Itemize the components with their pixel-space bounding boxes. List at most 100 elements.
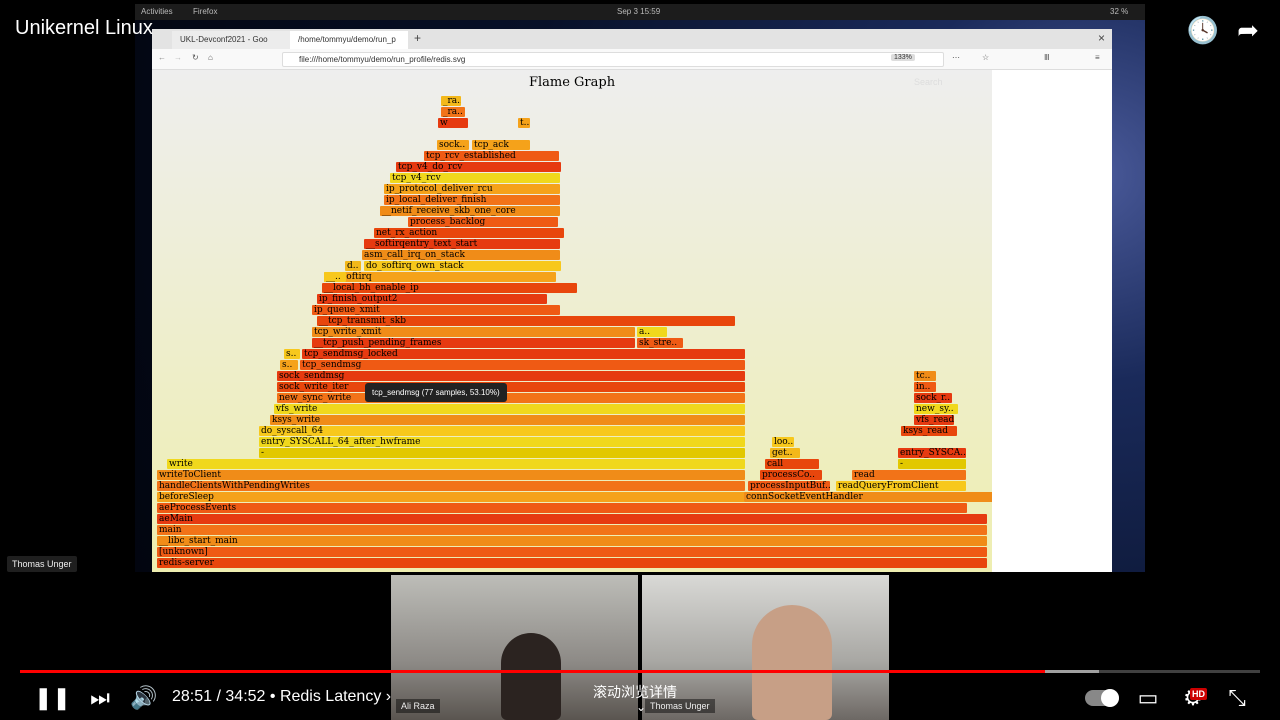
flame-frame[interactable]: tcp_v4_rcv: [390, 173, 560, 183]
flame-frame[interactable]: t..: [518, 118, 530, 128]
back-icon[interactable]: ←: [158, 53, 166, 62]
autoplay-toggle[interactable]: [1085, 689, 1119, 707]
flame-frame[interactable]: asm_call_irq_on_stack: [362, 250, 560, 260]
close-window-button[interactable]: ×: [1098, 31, 1105, 45]
chevron-down-icon[interactable]: ⌄: [636, 700, 646, 714]
flame-frame[interactable]: __..: [324, 272, 346, 282]
flame-frame[interactable]: __libc_start_main: [157, 536, 987, 546]
flame-frame[interactable]: ip_queue_xmit: [312, 305, 560, 315]
flame-frame[interactable]: processInputBuf..: [748, 481, 830, 491]
flame-frame[interactable]: __tcp_transmit_skb: [317, 316, 735, 326]
video-title[interactable]: Unikernel Linux: [15, 17, 153, 40]
volume-icon[interactable]: 🔊: [129, 683, 159, 713]
flame-frame[interactable]: entry_SYSCA..: [898, 448, 966, 458]
flame-frame[interactable]: call: [765, 459, 819, 469]
bookmark-star-icon[interactable]: ☆: [982, 53, 989, 62]
flame-frame[interactable]: aeMain: [157, 514, 987, 524]
flame-frame[interactable]: handleClientsWithPendingWrites: [157, 481, 745, 491]
page-actions-icon[interactable]: ⋯: [952, 53, 960, 62]
exit-fullscreen-icon[interactable]: ⤡: [1222, 683, 1252, 713]
flame-frame[interactable]: s..: [284, 349, 300, 359]
watch-later-icon[interactable]: 🕓: [1185, 12, 1221, 48]
tab-redis-svg[interactable]: /home/tommyu/demo/run_p: [290, 31, 408, 49]
flame-frame[interactable]: vfs_write: [274, 404, 745, 414]
flame-frame[interactable]: ksys_read: [901, 426, 957, 436]
flame-frame[interactable]: redis-server: [157, 558, 987, 568]
flame-frame[interactable]: sock_write_iter: [277, 382, 745, 392]
flame-frame[interactable]: entry_SYSCALL_64_after_hwframe: [259, 437, 745, 447]
flame-frame[interactable]: net_rx_action: [374, 228, 564, 238]
flame-frame[interactable]: tcp_sendmsg_locked: [302, 349, 745, 359]
camera-feed-2: Thomas Unger: [642, 575, 889, 720]
flame-frame[interactable]: new_sy..: [914, 404, 958, 414]
hamburger-menu-icon[interactable]: ≡: [1095, 53, 1100, 62]
flame-frame[interactable]: s..: [280, 360, 298, 370]
caption-text: 滚动浏览详情: [593, 684, 677, 700]
flame-frame[interactable]: vfs_read: [914, 415, 954, 425]
played-bar: [20, 670, 1046, 673]
flame-frame[interactable]: tc..: [914, 371, 936, 381]
flame-frame[interactable]: aeProcessEvents: [157, 503, 967, 513]
flame-frame[interactable]: sk_stre..: [637, 338, 683, 348]
flame-frame[interactable]: [unknown]: [157, 547, 987, 557]
flame-frame[interactable]: a..: [637, 327, 667, 337]
subtitles-icon[interactable]: ▭: [1133, 683, 1163, 713]
screen-share-video: Activities Firefox Sep 3 15:59 32 % UKL-…: [135, 4, 1145, 572]
zoom-badge[interactable]: 133%: [891, 54, 915, 61]
chapter-arrow-icon: ›: [385, 688, 392, 705]
flame-frame[interactable]: -: [898, 459, 966, 469]
total-time: 34:52: [225, 688, 266, 705]
flame-frame[interactable]: write: [167, 459, 745, 469]
library-icon[interactable]: Ⅲ: [1044, 53, 1050, 62]
flame-frame[interactable]: d..: [345, 261, 361, 271]
flame-frame[interactable]: w: [438, 118, 468, 128]
progress-bar[interactable]: [20, 670, 1260, 673]
url-field[interactable]: file:///home/tommyu/demo/run_profile/red…: [282, 52, 944, 67]
flame-frame[interactable]: ip_finish_output2: [317, 294, 547, 304]
flame-frame[interactable]: tcp_rcv_established: [424, 151, 559, 161]
flame-frame[interactable]: __tcp_push_pending_frames: [312, 338, 635, 348]
flame-frame[interactable]: sock_r..: [914, 393, 952, 403]
flame-frame[interactable]: -: [259, 448, 745, 458]
flame-frame[interactable]: tcp_v4_do_rcv: [396, 162, 561, 172]
flame-frame[interactable]: sock..: [437, 140, 469, 150]
flame-frame[interactable]: ip_local_deliver_finish: [384, 195, 560, 205]
video-player[interactable]: Activities Firefox Sep 3 15:59 32 % UKL-…: [0, 0, 1280, 720]
flame-frame[interactable]: process_backlog: [408, 217, 558, 227]
forward-icon[interactable]: →: [174, 53, 182, 62]
flame-frame[interactable]: do_softirq_own_stack: [364, 261, 561, 271]
flame-frame[interactable]: ksys_write: [270, 415, 745, 425]
pause-button[interactable]: ❚❚: [34, 683, 71, 713]
activities-label: Activities: [141, 7, 173, 16]
flame-frame[interactable]: __local_bh_enable_ip: [322, 283, 577, 293]
new-tab-button[interactable]: +: [414, 31, 421, 45]
flame-frame[interactable]: do_syscall_64: [259, 426, 745, 436]
flame-frame[interactable]: tcp_write_xmit: [312, 327, 635, 337]
home-icon[interactable]: ⌂: [208, 53, 213, 62]
reload-icon[interactable]: ↻: [192, 53, 199, 62]
flame-frame[interactable]: do_softirq: [324, 272, 556, 282]
flame-frame[interactable]: in..: [914, 382, 936, 392]
flame-frame[interactable]: beforeSleep: [157, 492, 745, 502]
flame-frame[interactable]: connSocketEventHandler: [744, 492, 992, 502]
flame-frame[interactable]: _ra..: [441, 96, 461, 106]
flame-frame[interactable]: __netif_receive_skb_one_core: [380, 206, 560, 216]
time-display[interactable]: 28:51 / 34:52 • Redis Latency ›: [172, 688, 391, 706]
tab-devconf[interactable]: UKL-Devconf2021 - Goo: [172, 31, 290, 49]
flame-frame[interactable]: get..: [770, 448, 800, 458]
flame-frame[interactable]: sock_sendmsg: [277, 371, 745, 381]
flame-frame[interactable]: read: [852, 470, 966, 480]
flame-frame[interactable]: _ra..: [441, 107, 465, 117]
flame-frame[interactable]: writeToClient: [157, 470, 745, 480]
flame-frame[interactable]: tcp_ack: [472, 140, 530, 150]
flame-frame[interactable]: main: [157, 525, 987, 535]
flame-frame[interactable]: tcp_sendmsg: [300, 360, 745, 370]
flame-frame[interactable]: ip_protocol_deliver_rcu: [384, 184, 560, 194]
flame-frame[interactable]: __softirqentry_text_start: [364, 239, 560, 249]
share-icon[interactable]: ➦: [1230, 12, 1266, 48]
flame-frame[interactable]: new_sync_write: [277, 393, 745, 403]
next-button[interactable]: ⏭: [85, 683, 115, 713]
flame-frame[interactable]: readQueryFromClient: [836, 481, 966, 491]
flame-frame[interactable]: loo..: [772, 437, 794, 447]
flame-frame[interactable]: processCo..: [760, 470, 822, 480]
